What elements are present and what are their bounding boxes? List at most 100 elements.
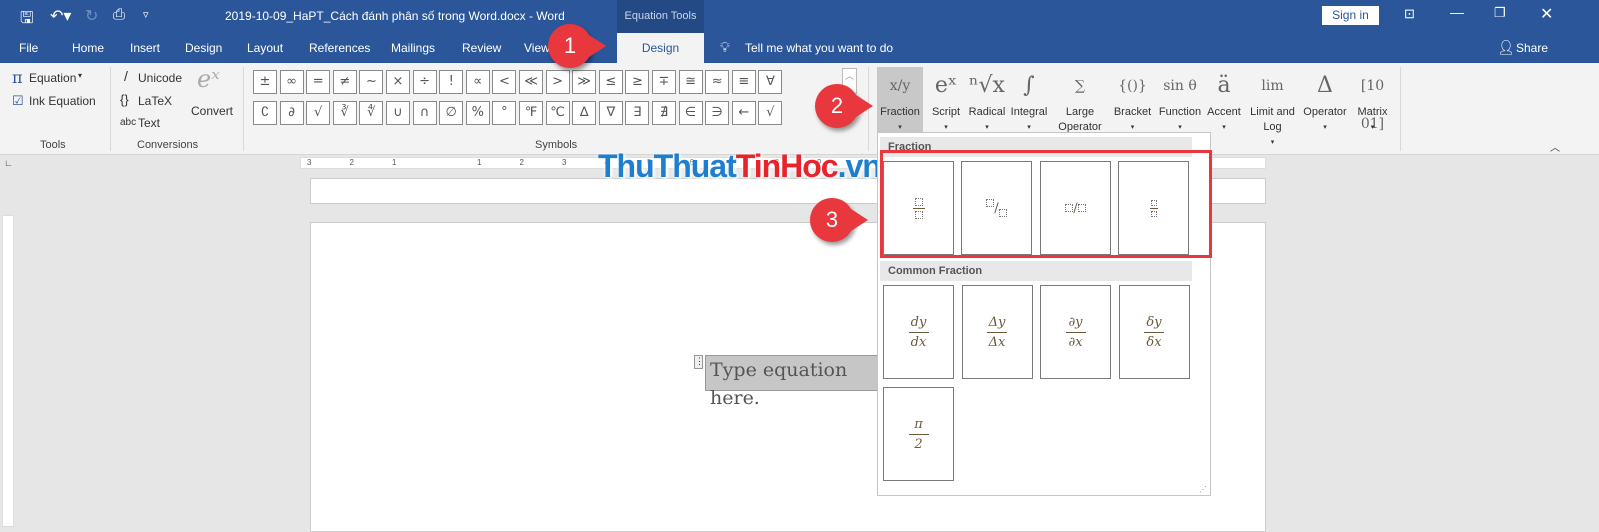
symbol-button[interactable]: <: [492, 70, 517, 94]
symbol-button[interactable]: ∁: [253, 101, 277, 125]
symbol-button[interactable]: ≈: [705, 70, 730, 94]
text-option[interactable]: Text: [138, 116, 160, 130]
tab-home[interactable]: Home: [72, 41, 104, 55]
structure-limit-and-log-icon: lim: [1261, 78, 1284, 94]
divider: [243, 67, 244, 151]
symbol-button[interactable]: ≅: [678, 70, 703, 94]
symbol-button[interactable]: ∂: [279, 101, 304, 125]
redo-icon[interactable]: ↻: [85, 6, 98, 26]
symbol-button[interactable]: ∄: [652, 101, 676, 125]
symbol-button[interactable]: ∪: [386, 101, 410, 125]
tab-view[interactable]: View: [524, 41, 550, 55]
ribbon: π Equation ▾ ☑ Ink Equation Tools / Unic…: [0, 63, 1599, 155]
symbol-button[interactable]: ∋: [705, 101, 730, 125]
tab-review[interactable]: Review: [462, 41, 501, 55]
tell-me-search[interactable]: Tell me what you want to do: [745, 41, 893, 55]
structure-operator-button[interactable]: Δ Operator ▾: [1300, 67, 1350, 151]
ribbon-display-icon[interactable]: ⊡: [1404, 6, 1415, 22]
symbol-button[interactable]: ℉: [519, 101, 543, 125]
symbol-button[interactable]: °: [492, 101, 517, 125]
symbol-button[interactable]: ∇: [598, 101, 623, 125]
equation-tools-label: Equation Tools: [617, 0, 704, 33]
unicode-option[interactable]: Unicode: [138, 71, 182, 85]
divider: [110, 67, 111, 151]
common-fraction-item[interactable]: dy dx: [883, 285, 954, 379]
symbol-button[interactable]: %: [465, 101, 490, 125]
symbol-button[interactable]: ≤: [598, 70, 623, 94]
denominator: 2: [914, 436, 923, 452]
structure-label: Script: [931, 106, 961, 118]
symbol-button[interactable]: ≥: [625, 70, 650, 94]
customize-qat-icon[interactable]: ▿: [143, 8, 149, 21]
print-preview-icon[interactable]: ⎙: [113, 6, 125, 23]
tab-equation-design[interactable]: Design: [617, 33, 704, 63]
common-fraction-item[interactable]: δy δx: [1118, 285, 1190, 379]
undo-icon[interactable]: ↶▾: [50, 6, 71, 26]
numerator: dy: [910, 314, 927, 330]
structure-matrix-button[interactable]: [10 01] Matrix ▾: [1350, 67, 1395, 151]
symbol-button[interactable]: ∩: [412, 101, 437, 125]
latex-option[interactable]: LaTeX: [138, 94, 172, 108]
symbol-button[interactable]: ≡: [731, 70, 756, 94]
symbol-button[interactable]: >: [545, 70, 570, 94]
share-icon[interactable]: 👤︎: [1497, 39, 1515, 56]
symbol-button[interactable]: ∅: [439, 101, 464, 125]
ink-equation-button[interactable]: Ink Equation: [29, 94, 96, 108]
symbol-button[interactable]: √: [758, 101, 783, 125]
symbol-button[interactable]: ∝: [465, 70, 490, 94]
save-icon[interactable]: 🖫: [20, 7, 34, 34]
structure-script-icon: eˣ: [934, 73, 958, 98]
vertical-ruler[interactable]: [2, 215, 14, 527]
symbol-button[interactable]: ~: [359, 70, 384, 94]
symbol-button[interactable]: ℃: [545, 101, 570, 125]
structure-fraction-icon: x/y: [889, 78, 911, 94]
common-fraction-item[interactable]: Δy Δx: [961, 285, 1033, 379]
symbol-button[interactable]: ←: [731, 101, 756, 125]
symbol-button[interactable]: ÷: [412, 70, 437, 94]
symbol-button[interactable]: ∀: [758, 70, 783, 94]
symbol-button[interactable]: ∛: [332, 101, 357, 125]
tab-insert[interactable]: Insert: [130, 41, 160, 55]
equation-handle-icon[interactable]: ⋮: [694, 355, 704, 369]
tab-selector-icon[interactable]: ∟: [4, 158, 13, 168]
symbol-button[interactable]: ≪: [519, 70, 543, 94]
common-fraction-item[interactable]: π2: [883, 387, 954, 481]
convert-button[interactable]: Convert: [191, 104, 233, 118]
symbol-button[interactable]: ≠: [332, 70, 357, 94]
structure-limit-and-log-button[interactable]: lim Limit and Log ▾: [1245, 67, 1300, 151]
symbol-button[interactable]: ≫: [572, 70, 597, 94]
share-button[interactable]: Share: [1516, 41, 1548, 55]
symbol-button[interactable]: ∈: [678, 101, 703, 125]
resize-grip-icon[interactable]: ⋰: [1199, 485, 1207, 494]
symbol-button[interactable]: ∆: [572, 101, 597, 125]
equation-button[interactable]: Equation: [29, 71, 76, 85]
tab-file[interactable]: File: [19, 41, 38, 55]
collapse-ribbon-icon[interactable]: ︿: [1550, 139, 1560, 154]
symbol-button[interactable]: ∃: [625, 101, 650, 125]
unicode-icon: /: [124, 68, 128, 84]
minimize-icon[interactable]: —: [1450, 4, 1464, 20]
symbol-button[interactable]: ±: [253, 70, 277, 94]
tab-references[interactable]: References: [309, 41, 370, 55]
convert-icon[interactable]: eˣ: [197, 65, 220, 93]
symbol-button[interactable]: ×: [386, 70, 410, 94]
sign-in-button[interactable]: Sign in: [1322, 6, 1379, 25]
numerator: δy: [1146, 314, 1162, 330]
ruler-tick: 3: [307, 158, 312, 167]
common-fraction-item[interactable]: ∂y ∂x: [1040, 285, 1111, 379]
equation-placeholder[interactable]: Type equation here.: [705, 355, 885, 409]
restore-icon[interactable]: ❐: [1494, 5, 1506, 21]
tab-layout[interactable]: Layout: [247, 41, 283, 55]
symbol-button[interactable]: √: [306, 101, 331, 125]
symbol-button[interactable]: ∜: [359, 101, 384, 125]
tab-mailings[interactable]: Mailings: [391, 41, 435, 55]
symbol-button[interactable]: =: [306, 70, 331, 94]
checkbox-icon[interactable]: ☑: [12, 93, 24, 109]
chevron-down-icon[interactable]: ▾: [78, 71, 82, 80]
tab-design[interactable]: Design: [185, 41, 222, 55]
symbol-button[interactable]: ∓: [652, 70, 676, 94]
symbol-button[interactable]: !: [439, 70, 464, 94]
symbol-button[interactable]: ∞: [279, 70, 304, 94]
close-icon[interactable]: ✕: [1540, 4, 1553, 24]
numerator: ∂y: [1068, 314, 1083, 330]
